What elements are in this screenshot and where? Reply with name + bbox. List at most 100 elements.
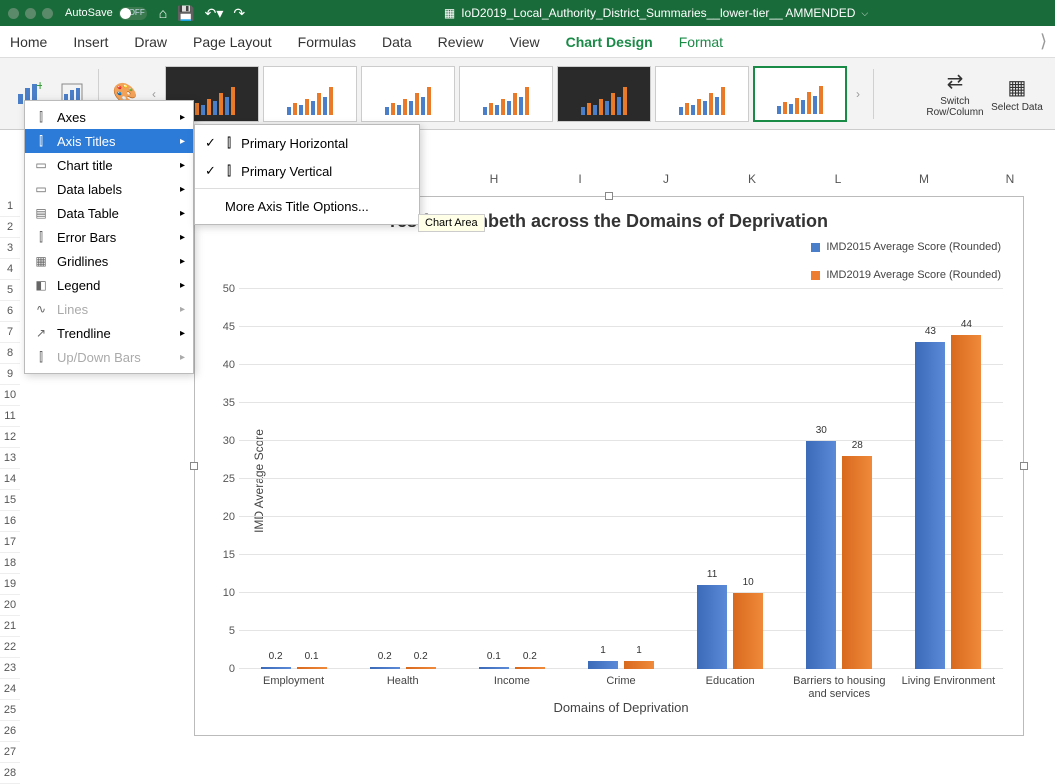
tab-review[interactable]: Review	[436, 30, 486, 54]
row-header[interactable]: 28	[0, 763, 20, 784]
column-header[interactable]: J	[626, 172, 706, 186]
row-header[interactable]: 17	[0, 532, 20, 553]
resize-handle-top[interactable]	[605, 192, 613, 200]
column-header[interactable]: I	[540, 172, 620, 186]
chart-style-thumb[interactable]	[557, 66, 651, 122]
tab-data[interactable]: Data	[380, 30, 414, 54]
x-tick-label: Crime	[566, 669, 675, 688]
menu-icon: ▭	[33, 158, 49, 172]
row-header[interactable]: 25	[0, 700, 20, 721]
row-header[interactable]: 7	[0, 322, 20, 343]
menu-item-gridlines[interactable]: ▦Gridlines▸	[25, 249, 193, 273]
row-header[interactable]: 15	[0, 490, 20, 511]
switch-row-column-button[interactable]: ⇄ Switch Row/Column	[927, 69, 983, 118]
tab-format[interactable]: Format	[677, 30, 725, 54]
row-header[interactable]: 26	[0, 721, 20, 742]
resize-handle-left[interactable]	[190, 462, 198, 470]
tab-draw[interactable]: Draw	[132, 30, 169, 54]
legend-item-1[interactable]: IMD2015 Average Score (Rounded)	[811, 241, 1001, 253]
row-header[interactable]: 9	[0, 364, 20, 385]
chart-style-thumb[interactable]	[753, 66, 847, 122]
redo-icon[interactable]: ↷	[233, 5, 245, 22]
chart-style-thumb[interactable]	[655, 66, 749, 122]
embedded-chart[interactable]: res for Lambeth across the Domains of De…	[194, 196, 1024, 736]
chart-style-thumb[interactable]	[459, 66, 553, 122]
bar[interactable]: 28	[842, 456, 872, 669]
column-header[interactable]: K	[712, 172, 792, 186]
menu-item-error-bars[interactable]: ⫿Error Bars▸	[25, 225, 193, 249]
bar[interactable]: 11	[697, 585, 727, 669]
autosave-toggle[interactable]: AutoSave OFF	[65, 7, 147, 20]
column-header[interactable]: H	[454, 172, 534, 186]
category-group: 0.20.2Health	[348, 293, 457, 669]
column-header[interactable]: M	[884, 172, 964, 186]
tab-insert[interactable]: Insert	[71, 30, 110, 54]
minimize-window-button[interactable]	[25, 8, 36, 19]
row-header[interactable]: 5	[0, 280, 20, 301]
styles-scroll-right[interactable]: ›	[851, 65, 865, 123]
y-tick-label: 45	[213, 321, 235, 333]
ribbon-overflow-icon[interactable]: ⟩	[1040, 31, 1047, 52]
tab-view[interactable]: View	[508, 30, 542, 54]
row-header[interactable]: 20	[0, 595, 20, 616]
submenu-primary-vertical[interactable]: ✓ ⫿ Primary Vertical	[195, 157, 419, 185]
submenu-primary-horizontal[interactable]: ✓ ⫿ Primary Horizontal	[195, 129, 419, 157]
menu-item-data-labels[interactable]: ▭Data labels▸	[25, 177, 193, 201]
row-header[interactable]: 11	[0, 406, 20, 427]
zoom-window-button[interactable]	[42, 8, 53, 19]
row-header[interactable]: 4	[0, 259, 20, 280]
submenu-more-options[interactable]: More Axis Title Options...	[195, 192, 419, 220]
bar[interactable]: 43	[915, 342, 945, 669]
column-header[interactable]: N	[970, 172, 1050, 186]
undo-icon[interactable]: ↶▾	[205, 5, 224, 22]
row-header[interactable]: 12	[0, 427, 20, 448]
row-header[interactable]: 13	[0, 448, 20, 469]
row-header[interactable]: 21	[0, 616, 20, 637]
column-header[interactable]: L	[798, 172, 878, 186]
row-header[interactable]: 3	[0, 238, 20, 259]
menu-item-legend[interactable]: ◧Legend▸	[25, 273, 193, 297]
row-header[interactable]: 8	[0, 343, 20, 364]
close-window-button[interactable]	[8, 8, 19, 19]
document-title[interactable]: ▦ IoD2019_Local_Authority_District_Summa…	[265, 6, 1047, 20]
legend-item-2[interactable]: IMD2019 Average Score (Rounded)	[811, 269, 1001, 281]
row-header[interactable]: 1	[0, 196, 20, 217]
row-header[interactable]: 24	[0, 679, 20, 700]
tab-formulas[interactable]: Formulas	[296, 30, 358, 54]
menu-item-data-table[interactable]: ▤Data Table▸	[25, 201, 193, 225]
row-header[interactable]: 16	[0, 511, 20, 532]
menu-item-axis-titles[interactable]: ⫿Axis Titles▸	[25, 129, 193, 153]
home-icon[interactable]: ⌂	[159, 5, 167, 21]
tab-chart-design[interactable]: Chart Design	[564, 30, 655, 54]
row-header[interactable]: 27	[0, 742, 20, 763]
tab-home[interactable]: Home	[8, 30, 49, 54]
autosave-switch[interactable]: OFF	[119, 7, 147, 20]
bar[interactable]: 10	[733, 593, 763, 669]
traffic-lights[interactable]	[8, 8, 53, 19]
select-data-button[interactable]: ▦ Select Data	[989, 69, 1045, 118]
menu-item-chart-title[interactable]: ▭Chart title▸	[25, 153, 193, 177]
row-header[interactable]: 22	[0, 637, 20, 658]
data-label: 10	[733, 577, 763, 588]
plot-area[interactable]: IMD Average Score Domains of Deprivation…	[239, 293, 1003, 669]
row-header[interactable]: 19	[0, 574, 20, 595]
row-header[interactable]: 23	[0, 658, 20, 679]
bar[interactable]: 30	[806, 441, 836, 669]
row-header[interactable]: 14	[0, 469, 20, 490]
save-icon[interactable]: 💾	[177, 5, 194, 22]
row-header[interactable]: 2	[0, 217, 20, 238]
row-header[interactable]: 6	[0, 301, 20, 322]
chart-style-thumb[interactable]	[263, 66, 357, 122]
tab-page-layout[interactable]: Page Layout	[191, 30, 274, 54]
resize-handle-right[interactable]	[1020, 462, 1028, 470]
row-header[interactable]: 18	[0, 553, 20, 574]
menu-item-axes[interactable]: ⫿Axes▸	[25, 105, 193, 129]
ribbon-tabs: Home Insert Draw Page Layout Formulas Da…	[0, 26, 1055, 58]
bar[interactable]: 1	[588, 661, 618, 669]
bar[interactable]: 44	[951, 335, 981, 669]
row-header[interactable]: 10	[0, 385, 20, 406]
chart-style-thumb[interactable]	[361, 66, 455, 122]
bar[interactable]: 1	[624, 661, 654, 669]
menu-item-trendline[interactable]: ↗Trendline▸	[25, 321, 193, 345]
x-axis-title[interactable]: Domains of Deprivation	[239, 700, 1003, 715]
